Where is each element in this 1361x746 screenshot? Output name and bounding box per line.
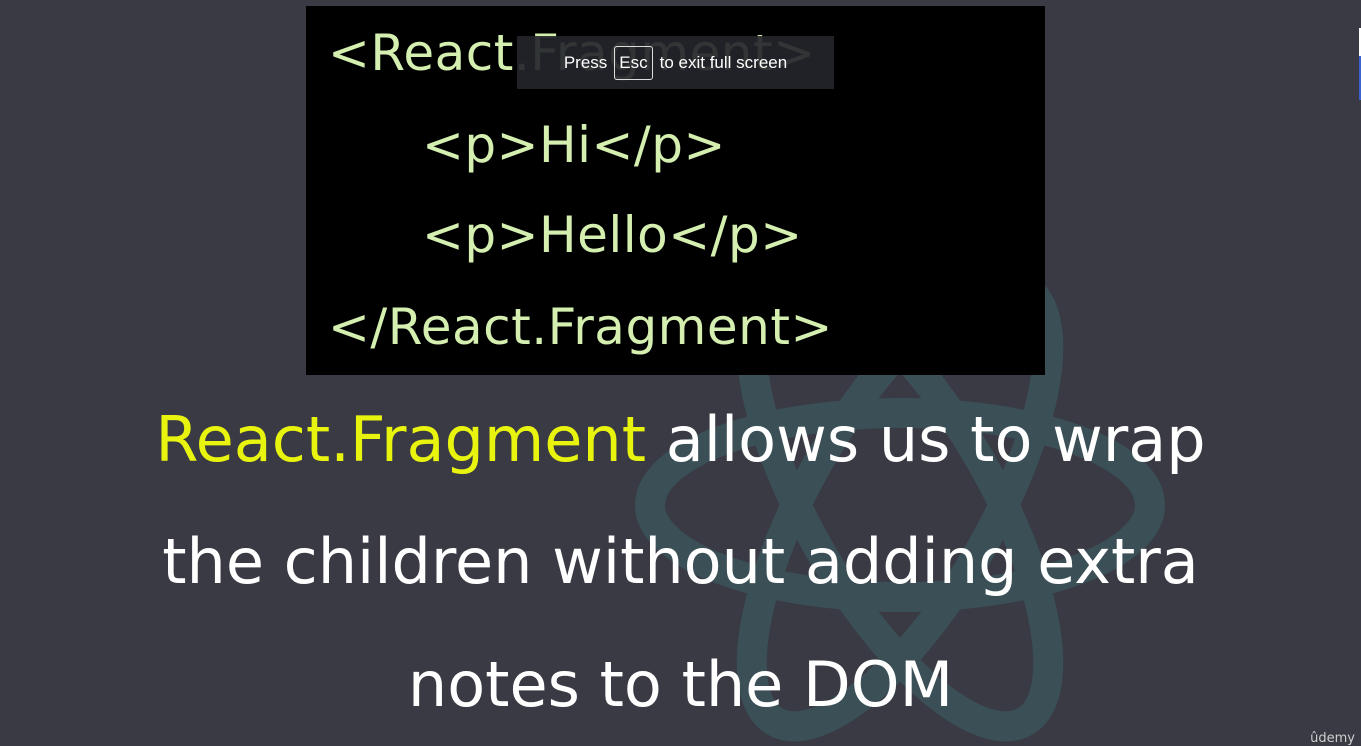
code-line: <p>Hi</p> (422, 116, 726, 174)
code-line: </React.Fragment> (328, 298, 833, 356)
caption-line-3: notes to the DOM (407, 648, 954, 721)
udemy-logo: ûdemy (1310, 731, 1355, 746)
caption-line-1: React.Fragment allows us to wrap (0, 404, 1361, 476)
caption-highlight: React.Fragment (155, 403, 647, 476)
caption-text: allows us to wrap (646, 403, 1206, 476)
toast-text: Press (563, 52, 608, 72)
fullscreen-toast: Press Esc to exit full screen (517, 36, 834, 89)
esc-key: Esc (614, 45, 653, 80)
caption-line-2: the children without adding extra (162, 525, 1199, 598)
toast-text: to exit full screen (659, 52, 788, 72)
code-line: <p>Hello</p> (422, 206, 803, 264)
